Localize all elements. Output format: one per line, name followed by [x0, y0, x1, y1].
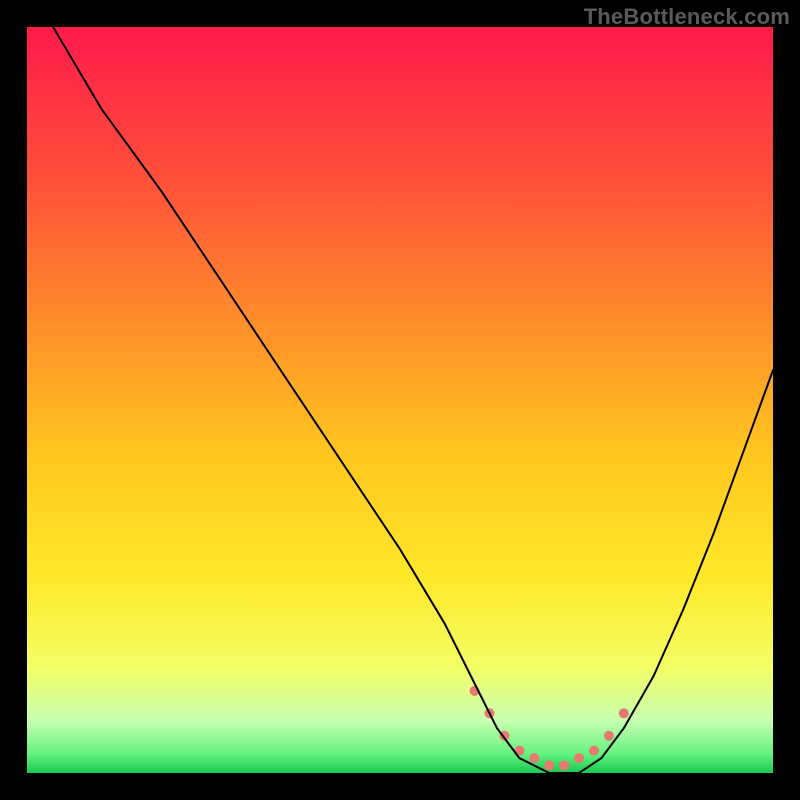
bottleneck-chart: [27, 27, 773, 773]
valley-marker: [544, 761, 554, 771]
valley-marker: [529, 753, 539, 763]
chart-frame: [27, 27, 773, 773]
valley-marker: [589, 746, 599, 756]
valley-marker: [619, 708, 629, 718]
valley-marker: [574, 753, 584, 763]
valley-marker: [559, 761, 569, 771]
watermark-text: TheBottleneck.com: [584, 4, 790, 30]
valley-marker: [604, 731, 614, 741]
